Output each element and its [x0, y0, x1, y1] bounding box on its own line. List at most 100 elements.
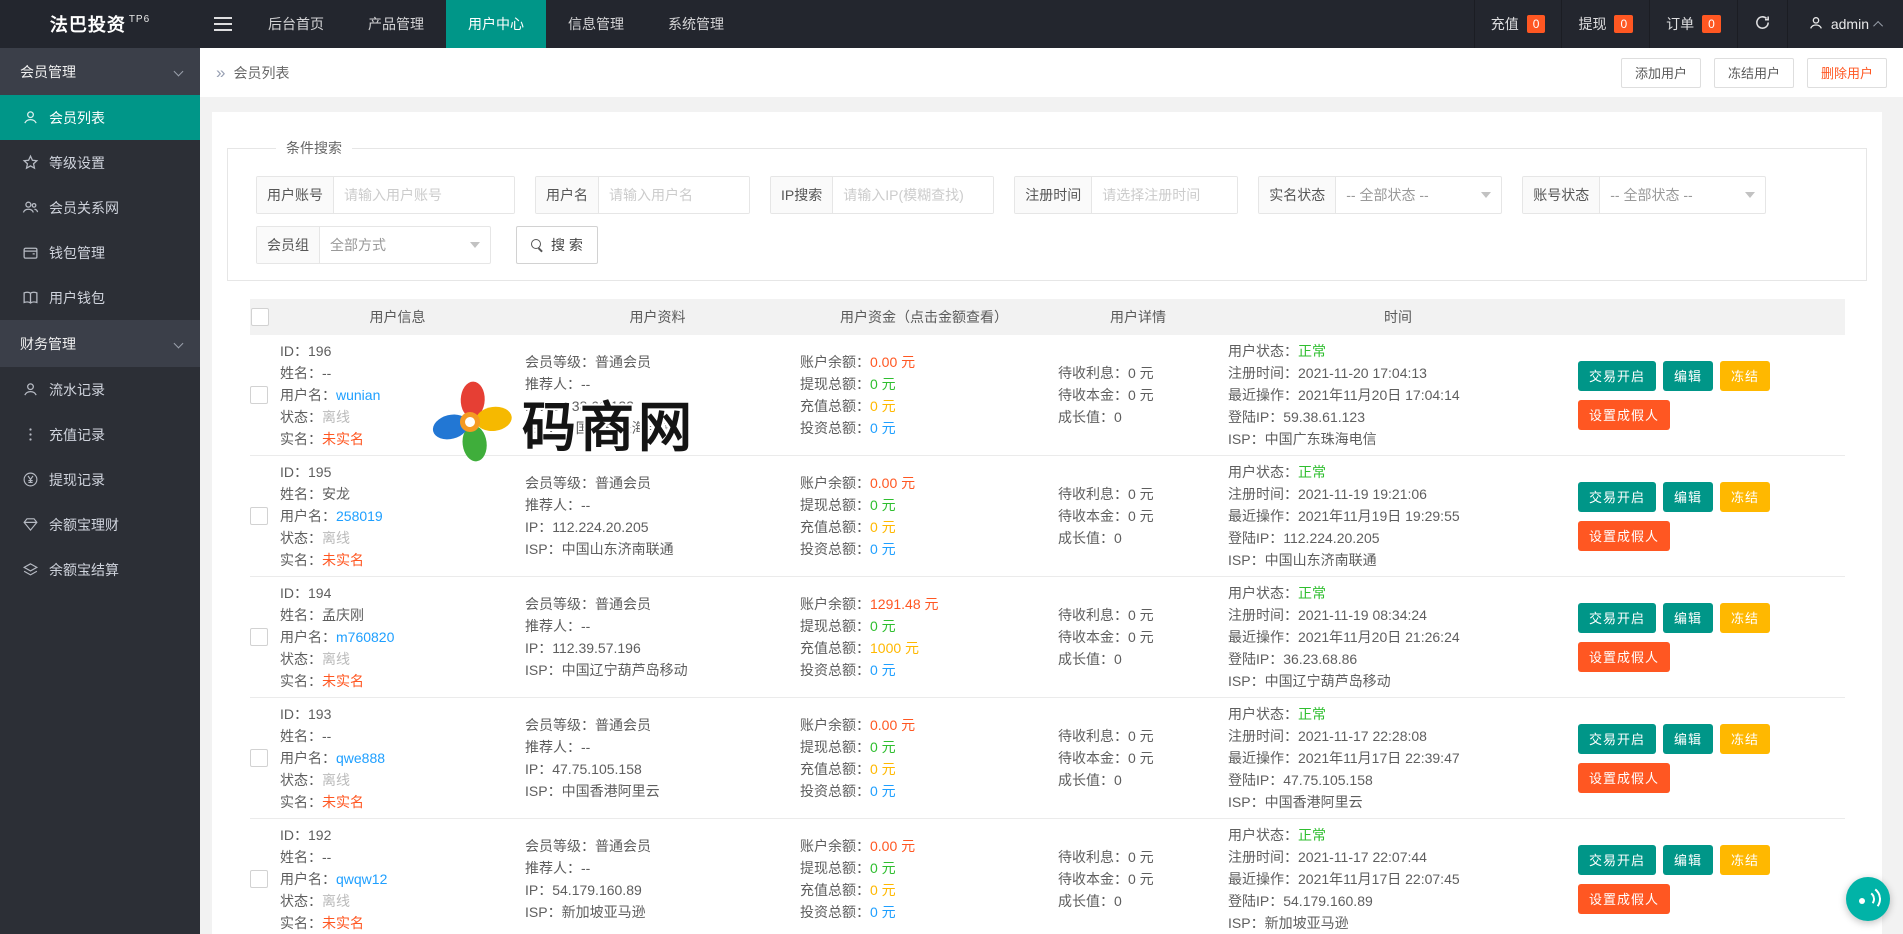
row-checkbox[interactable]: [250, 870, 268, 888]
realname-status: 未实名: [322, 552, 364, 568]
growth-value: 0: [1114, 772, 1122, 788]
nav-stat-withdraw[interactable]: 提现 0: [1561, 0, 1649, 48]
invest-total-amount[interactable]: 0 元: [870, 783, 896, 799]
select-all-checkbox[interactable]: [251, 308, 269, 326]
row-checkbox[interactable]: [250, 749, 268, 767]
recharge-total-amount[interactable]: 0 元: [870, 398, 896, 414]
edit-button[interactable]: 编辑: [1663, 845, 1713, 875]
edit-button[interactable]: 编辑: [1663, 482, 1713, 512]
filter-reg-time-input[interactable]: [1092, 177, 1237, 213]
withdraw-total-amount[interactable]: 0 元: [870, 739, 896, 755]
username-link[interactable]: wunian: [336, 387, 380, 403]
add-user-button[interactable]: 添加用户: [1621, 58, 1701, 88]
balance-amount[interactable]: 0.00 元: [870, 475, 915, 491]
invest-total-amount[interactable]: 0 元: [870, 904, 896, 920]
balance-amount[interactable]: 1291.48 元: [870, 596, 939, 612]
row-checkbox[interactable]: [250, 386, 268, 404]
sidebar-item-yuebao-settle[interactable]: 余额宝结算: [0, 547, 200, 592]
table-row: ID：196 姓名：-- 用户名：wunian 状态：离线 实名：未实名 会员等…: [250, 335, 1845, 456]
invest-total-amount[interactable]: 0 元: [870, 420, 896, 436]
trade-toggle-button[interactable]: 交易开启: [1578, 724, 1656, 754]
freeze-button[interactable]: 冻结: [1720, 603, 1770, 633]
freeze-button[interactable]: 冻结: [1720, 724, 1770, 754]
filter-account-input[interactable]: [334, 177, 514, 213]
username-link[interactable]: 258019: [336, 508, 383, 524]
withdraw-total-amount[interactable]: 0 元: [870, 860, 896, 876]
filter-ip-search-input[interactable]: [833, 177, 993, 213]
filter-username-input[interactable]: [599, 177, 749, 213]
withdraw-total-amount[interactable]: 0 元: [870, 497, 896, 513]
edit-button[interactable]: 编辑: [1663, 361, 1713, 391]
sidebar-item-withdraw-records[interactable]: 提现记录: [0, 457, 200, 502]
sidebar-item-member-network[interactable]: 会员关系网: [0, 185, 200, 230]
withdraw-total-amount[interactable]: 0 元: [870, 618, 896, 634]
filter-member-group-select[interactable]: 全部方式: [320, 227, 490, 263]
brand-edition: TP6: [129, 14, 150, 25]
username-link[interactable]: m760820: [336, 629, 394, 645]
user-menu[interactable]: admin: [1787, 0, 1903, 48]
sidebar-item-member-list[interactable]: 会员列表: [0, 95, 200, 140]
sidebar-item-flow-records[interactable]: 流水记录: [0, 367, 200, 412]
freeze-user-button[interactable]: 冻结用户: [1714, 58, 1794, 88]
row-checkbox[interactable]: [250, 507, 268, 525]
freeze-button[interactable]: 冻结: [1720, 482, 1770, 512]
edit-button[interactable]: 编辑: [1663, 603, 1713, 633]
trade-toggle-button[interactable]: 交易开启: [1578, 845, 1656, 875]
sidebar-item-user-wallet[interactable]: 用户钱包: [0, 275, 200, 320]
sidebar-item-level-settings[interactable]: 等级设置: [0, 140, 200, 185]
set-fake-button[interactable]: 设置成假人: [1578, 521, 1670, 551]
recharge-total-amount[interactable]: 1000 元: [870, 640, 919, 656]
nav-item-user-center[interactable]: 用户中心: [446, 0, 546, 48]
search-button[interactable]: 搜 索: [516, 226, 598, 264]
recharge-total-amount[interactable]: 0 元: [870, 882, 896, 898]
username-link[interactable]: qwqw12: [336, 871, 387, 887]
freeze-button[interactable]: 冻结: [1720, 361, 1770, 391]
sidebar-group-title-member-management[interactable]: 会员管理: [0, 48, 200, 95]
sidebar-item-wallet-management[interactable]: 钱包管理: [0, 230, 200, 275]
username-link[interactable]: qwe888: [336, 750, 385, 766]
user-ip: 112.39.57.196: [552, 640, 641, 656]
refresh-button[interactable]: [1737, 0, 1787, 48]
delete-user-button[interactable]: 删除用户: [1807, 58, 1887, 88]
balance-amount[interactable]: 0.00 元: [870, 717, 915, 733]
nav-item-product[interactable]: 产品管理: [346, 0, 446, 48]
set-fake-button[interactable]: 设置成假人: [1578, 642, 1670, 672]
caret-down-icon: [470, 242, 480, 248]
invest-total-amount[interactable]: 0 元: [870, 541, 896, 557]
hamburger-icon[interactable]: [200, 0, 246, 48]
trade-toggle-button[interactable]: 交易开启: [1578, 482, 1656, 512]
nav-stat-recharge[interactable]: 充值 0: [1474, 0, 1562, 48]
recharge-total-amount[interactable]: 0 元: [870, 519, 896, 535]
nav-stat-badge: 0: [1527, 15, 1546, 33]
caret-down-icon: [1745, 192, 1755, 198]
announcement-float-button[interactable]: [1846, 877, 1890, 921]
nav-item-system[interactable]: 系统管理: [646, 0, 746, 48]
set-fake-button[interactable]: 设置成假人: [1578, 400, 1670, 430]
filter-account-label: 用户账号: [257, 177, 334, 213]
balance-amount[interactable]: 0.00 元: [870, 838, 915, 854]
withdraw-total-amount[interactable]: 0 元: [870, 376, 896, 392]
sidebar-item-recharge-records[interactable]: 充值记录: [0, 412, 200, 457]
nav-item-home[interactable]: 后台首页: [246, 0, 346, 48]
recharge-total-amount[interactable]: 0 元: [870, 761, 896, 777]
edit-button[interactable]: 编辑: [1663, 724, 1713, 754]
set-fake-button[interactable]: 设置成假人: [1578, 763, 1670, 793]
last-operation-time: 2021年11月20日 21:26:24: [1298, 629, 1460, 645]
filter-account-status-select[interactable]: -- 全部状态 --: [1600, 177, 1765, 213]
trade-toggle-button[interactable]: 交易开启: [1578, 603, 1656, 633]
growth-value: 0: [1114, 530, 1122, 546]
search-fieldset: 条件搜索 用户账号 用户名 IP搜索 注册时间 实名状态 -- 全部状态 -- …: [227, 138, 1867, 281]
book-icon: [22, 289, 39, 306]
main-content: » 会员列表 添加用户冻结用户删除用户 条件搜索 用户账号 用户名 IP搜索 注…: [200, 48, 1903, 934]
row-checkbox[interactable]: [250, 628, 268, 646]
invest-total-amount[interactable]: 0 元: [870, 662, 896, 678]
filter-realname-status-select[interactable]: -- 全部状态 --: [1336, 177, 1501, 213]
set-fake-button[interactable]: 设置成假人: [1578, 884, 1670, 914]
balance-amount[interactable]: 0.00 元: [870, 354, 915, 370]
trade-toggle-button[interactable]: 交易开启: [1578, 361, 1656, 391]
nav-item-info[interactable]: 信息管理: [546, 0, 646, 48]
sidebar-item-yuebao-invest[interactable]: 余额宝理财: [0, 502, 200, 547]
nav-stat-order[interactable]: 订单 0: [1649, 0, 1737, 48]
sidebar-group-title-finance-management[interactable]: 财务管理: [0, 320, 200, 367]
freeze-button[interactable]: 冻结: [1720, 845, 1770, 875]
